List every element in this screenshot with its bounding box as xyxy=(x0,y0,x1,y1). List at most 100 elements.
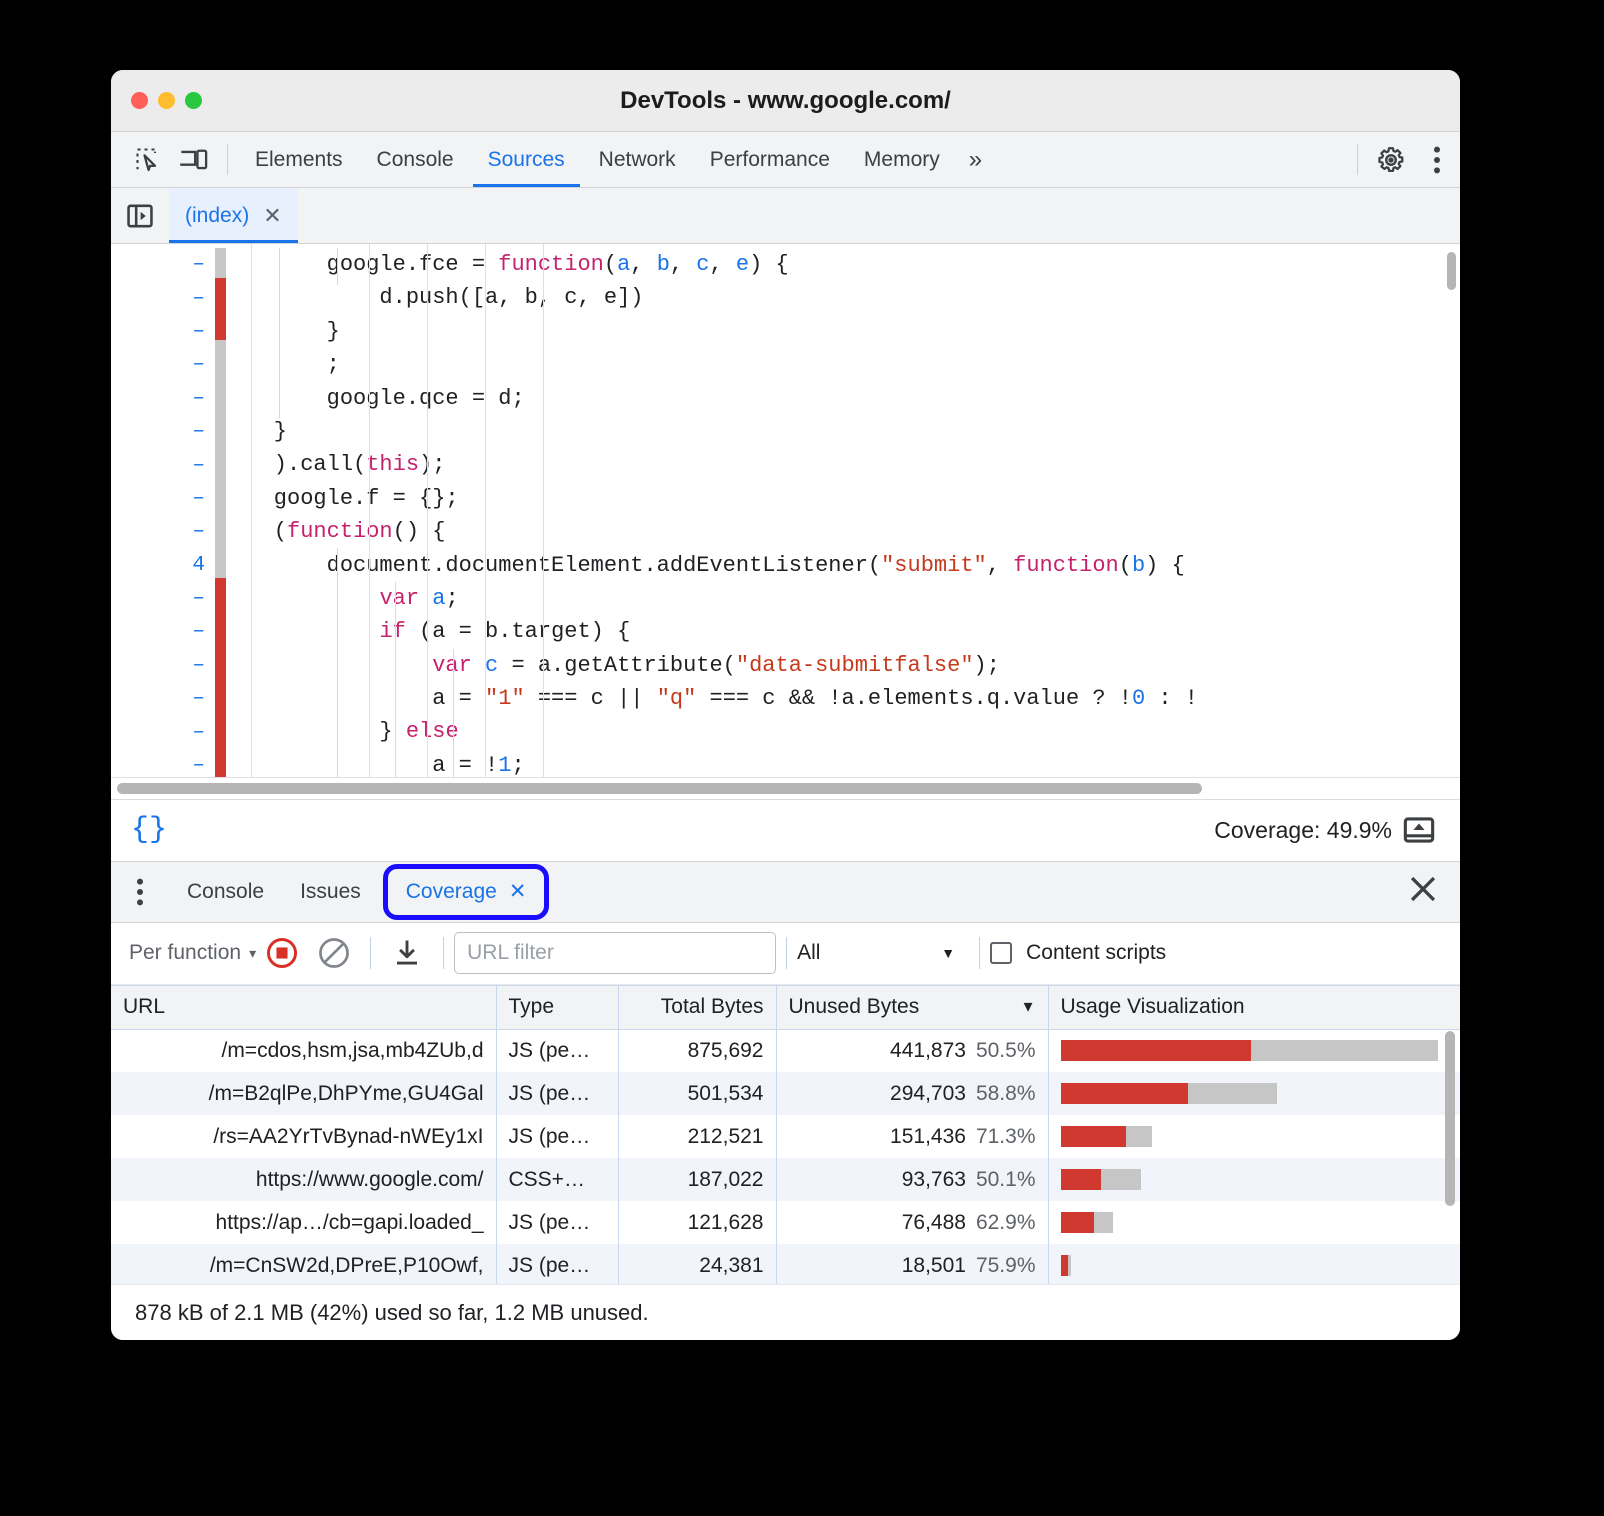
tab-console[interactable]: Console xyxy=(360,132,471,187)
maximize-window-button[interactable] xyxy=(185,92,202,109)
tab-performance[interactable]: Performance xyxy=(693,132,847,187)
usage-bar-unused-segment xyxy=(1061,1212,1094,1233)
drawer-close-icon[interactable] xyxy=(1408,874,1438,909)
minimize-window-button[interactable] xyxy=(158,92,175,109)
gutter-line-number[interactable]: 4 xyxy=(111,549,221,582)
code-lines: google.fce = function(a, b, c, e) { d.pu… xyxy=(221,248,1460,777)
gutter-line-number[interactable]: – xyxy=(111,715,221,748)
gutter-line-number[interactable]: – xyxy=(111,649,221,682)
table-row[interactable]: /m=B2qlPe,DhPYme,GU4GalJS (pe…501,534294… xyxy=(111,1072,1460,1115)
drawer-tab-console[interactable]: Console xyxy=(169,862,282,922)
table-row[interactable]: /m=CnSW2d,DPreE,P10Owf,JS (pe…24,38118,5… xyxy=(111,1244,1460,1284)
file-tab-index[interactable]: (index) ✕ xyxy=(169,188,298,243)
cell-url: /rs=AA2YrTvBynad-nWEy1xI xyxy=(111,1115,496,1158)
stop-recording-icon[interactable] xyxy=(256,937,308,969)
inspect-element-icon[interactable] xyxy=(125,132,171,187)
granularity-dropdown[interactable]: Per function ▾ xyxy=(129,941,256,965)
gutter-line-number[interactable]: – xyxy=(111,248,221,281)
tab-elements[interactable]: Elements xyxy=(238,132,360,187)
gutter-line-number[interactable]: – xyxy=(111,582,221,615)
table-header-row: URL Type Total Bytes Unused Bytes ▼ Usag… xyxy=(111,985,1460,1029)
close-window-button[interactable] xyxy=(131,92,148,109)
usage-bar-unused-segment xyxy=(1061,1169,1101,1190)
editor-horizontal-scrollbar[interactable] xyxy=(117,783,1202,794)
drawer-tab-coverage[interactable]: Coverage ✕ xyxy=(383,864,550,920)
gutter-line-number[interactable]: – xyxy=(111,749,221,777)
gutter-line-number[interactable]: – xyxy=(111,682,221,715)
unused-percent-value: 50.1% xyxy=(976,1168,1036,1191)
checkbox-icon[interactable] xyxy=(990,942,1012,964)
cell-unused-bytes: 294,70358.8% xyxy=(776,1072,1048,1115)
coverage-summary-label: Coverage: 49.9% xyxy=(1214,817,1392,844)
gutter-line-number[interactable]: – xyxy=(111,348,221,381)
gutter-line-number[interactable]: – xyxy=(111,615,221,648)
code-editor: –––––––––4–––––– google.fce = xyxy=(111,244,1460,777)
window-title-bar: DevTools - www.google.com/ xyxy=(111,70,1460,132)
type-filter-dropdown[interactable]: All ▼ xyxy=(797,941,969,965)
code-line: google.qce = d; xyxy=(221,382,1460,415)
table-row[interactable]: https://www.google.com/CSS+…187,02293,76… xyxy=(111,1158,1460,1201)
coverage-toolbar: Per function ▾ All xyxy=(111,923,1460,985)
gear-icon[interactable] xyxy=(1368,132,1414,187)
unused-bytes-value: 93,763 xyxy=(902,1168,966,1191)
coverage-table: URL Type Total Bytes Unused Bytes ▼ Usag… xyxy=(111,985,1460,1284)
device-toolbar-icon[interactable] xyxy=(171,132,217,187)
gutter-line-number[interactable]: – xyxy=(111,382,221,415)
code-line: ).call(this); xyxy=(221,448,1460,481)
close-icon[interactable]: ✕ xyxy=(509,879,527,904)
code-line: d.push([a, b, c, e]) xyxy=(221,281,1460,314)
gutter-line-number[interactable]: – xyxy=(111,515,221,548)
usage-bar xyxy=(1061,1169,1142,1190)
toolbar-divider-right xyxy=(1357,144,1358,175)
gutter-line-numbers[interactable]: –––––––––4–––––– xyxy=(111,248,221,777)
code-content[interactable]: google.fce = function(a, b, c, e) { d.pu… xyxy=(221,244,1460,777)
gutter-line-number[interactable]: – xyxy=(111,448,221,481)
cell-usage-visualization xyxy=(1048,1244,1460,1284)
more-tabs-chevron-icon[interactable]: » xyxy=(957,132,994,187)
column-header-type[interactable]: Type xyxy=(496,985,618,1029)
column-header-total-bytes[interactable]: Total Bytes xyxy=(618,985,776,1029)
code-line: var a; xyxy=(221,582,1460,615)
tab-sources[interactable]: Sources xyxy=(471,132,582,187)
usage-bar-unused-segment xyxy=(1061,1126,1126,1147)
gutter-line-number[interactable]: – xyxy=(111,415,221,448)
expand-drawer-icon[interactable] xyxy=(1392,817,1446,843)
cell-unused-bytes: 76,48862.9% xyxy=(776,1201,1048,1244)
gutter-line-number[interactable]: – xyxy=(111,281,221,314)
usage-bar xyxy=(1061,1083,1277,1104)
clear-coverage-icon[interactable] xyxy=(308,937,360,969)
table-row[interactable]: /rs=AA2YrTvBynad-nWEy1xIJS (pe…212,52115… xyxy=(111,1115,1460,1158)
tab-memory[interactable]: Memory xyxy=(847,132,957,187)
drawer-tab-issues[interactable]: Issues xyxy=(282,862,379,922)
unused-percent-value: 58.8% xyxy=(976,1082,1036,1105)
content-scripts-checkbox[interactable]: Content scripts xyxy=(990,941,1166,965)
devtools-window: DevTools - www.google.com/ Elements Cons… xyxy=(111,70,1460,1340)
cell-total-bytes: 187,022 xyxy=(618,1158,776,1201)
unused-bytes-value: 18,501 xyxy=(902,1254,966,1277)
tab-network[interactable]: Network xyxy=(582,132,693,187)
url-filter-input[interactable] xyxy=(454,932,776,974)
download-export-icon[interactable] xyxy=(381,938,433,968)
table-row[interactable]: https://ap…/cb=gapi.loaded_JS (pe…121,62… xyxy=(111,1201,1460,1244)
column-header-usage-visualization[interactable]: Usage Visualization xyxy=(1048,985,1460,1029)
cell-type: JS (pe… xyxy=(496,1072,618,1115)
gutter-line-number[interactable]: – xyxy=(111,315,221,348)
pretty-print-braces-icon[interactable]: {} xyxy=(131,813,167,847)
close-icon[interactable]: ✕ xyxy=(263,203,281,229)
table-row[interactable]: /m=cdos,hsm,jsa,mb4ZUb,dJS (pe…875,69244… xyxy=(111,1029,1460,1072)
drawer-tab-coverage-label: Coverage xyxy=(406,880,497,904)
usage-bar-used-segment xyxy=(1251,1040,1438,1061)
code-line: (function() { xyxy=(221,515,1460,548)
code-line: ; xyxy=(221,348,1460,381)
gutter-line-number[interactable]: – xyxy=(111,482,221,515)
unused-bytes-value: 151,436 xyxy=(890,1125,966,1148)
window-title: DevTools - www.google.com/ xyxy=(111,87,1460,115)
column-header-unused-bytes[interactable]: Unused Bytes ▼ xyxy=(776,985,1048,1029)
column-header-url[interactable]: URL xyxy=(111,985,496,1029)
editor-vertical-scrollbar[interactable] xyxy=(1447,252,1456,290)
kebab-menu-icon[interactable] xyxy=(1414,132,1460,187)
usage-bar-used-segment xyxy=(1094,1212,1113,1233)
coverage-table-scrollbar[interactable] xyxy=(1445,1031,1455,1206)
drawer-kebab-menu-icon[interactable] xyxy=(111,877,169,907)
show-navigator-icon[interactable] xyxy=(111,188,169,243)
